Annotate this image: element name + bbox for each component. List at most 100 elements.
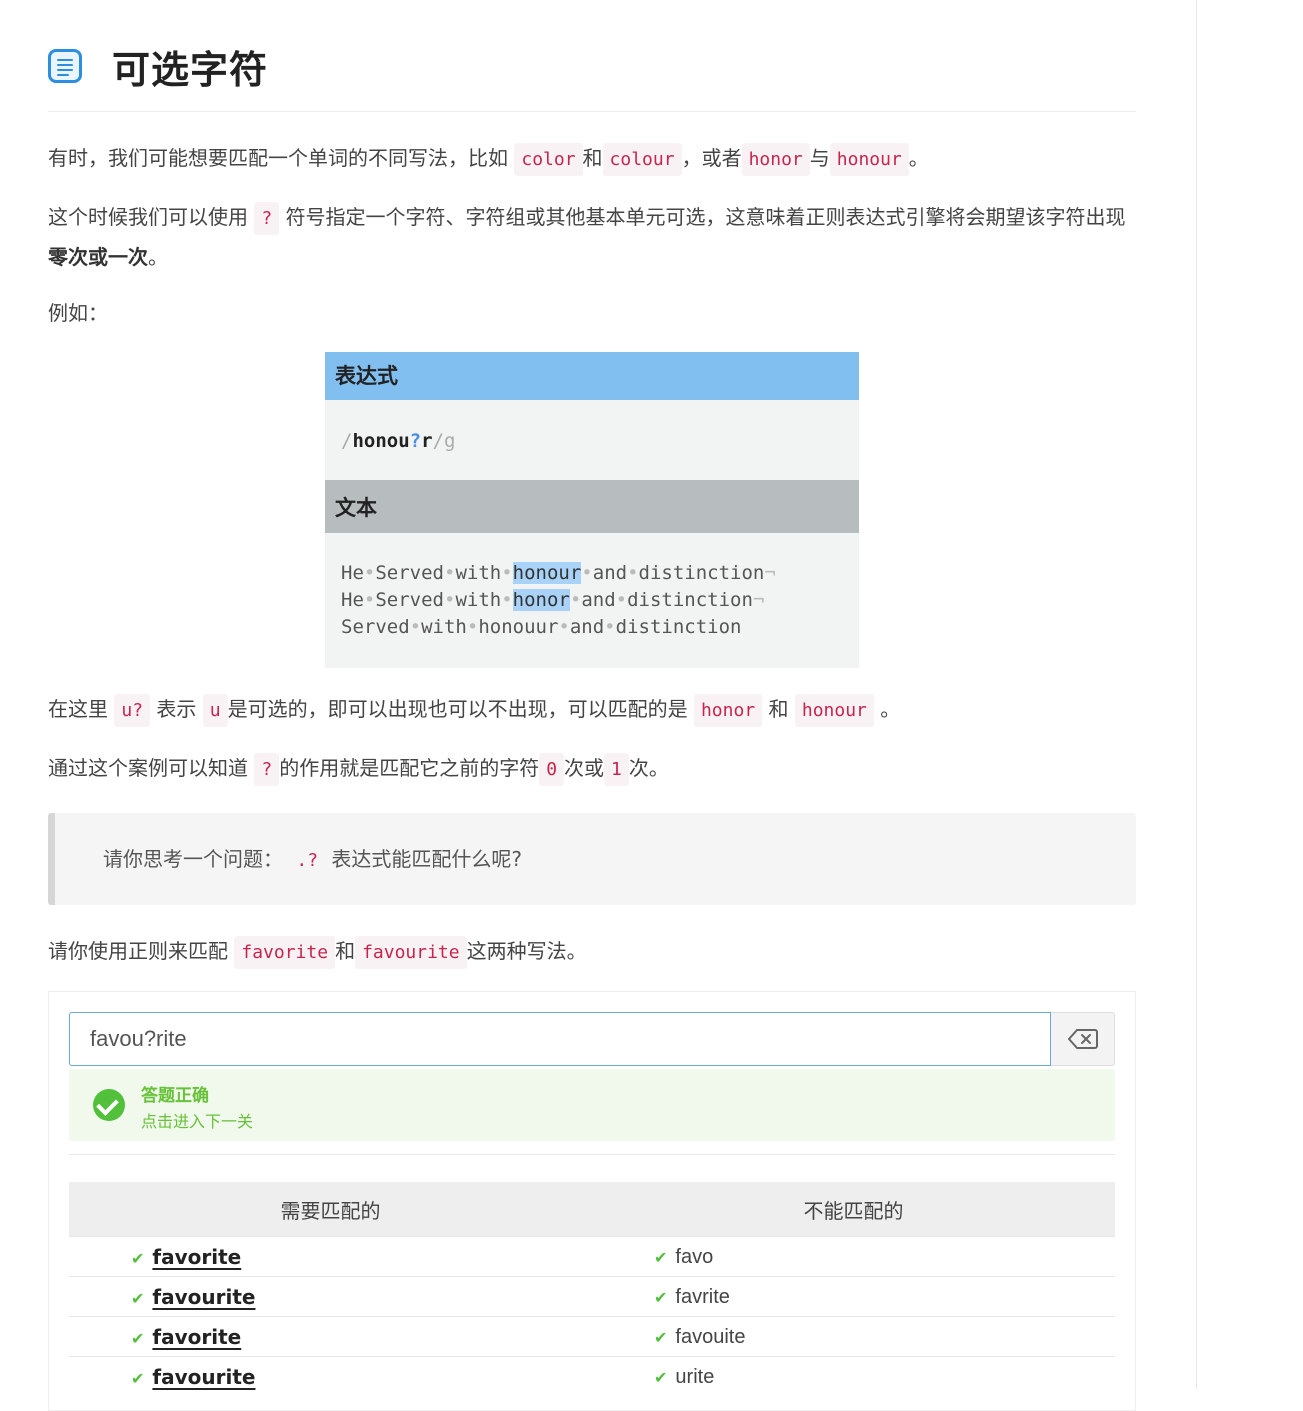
table-row: ✔ favorite ✔ favouite [69,1316,1115,1357]
nomatch-cell: ✔ favrite [592,1276,1115,1317]
intro-or: ，或者 [681,146,742,170]
text-header: 文本 [325,480,859,533]
expr-slash: / [341,430,353,452]
code-zero: 0 [539,753,565,786]
nomatch-case: favrite [675,1286,730,1308]
word: and [592,562,628,584]
intro-with: 与 [809,146,830,170]
para3-end: 。 [880,697,901,721]
check-icon: ✔ [654,1248,668,1267]
test-cases-table: 需要匹配的 不能匹配的 ✔ favorite ✔ favo ✔ favourite ✔… [69,1182,1115,1396]
nomatch-cell: ✔ urite [592,1356,1115,1396]
nomatch-case: urite [675,1366,715,1388]
word: Served [375,562,444,584]
nomatch-cell: ✔ favo [592,1236,1115,1277]
word: He [341,562,364,584]
check-icon: ✔ [131,1248,145,1268]
match-case: favourite [152,1284,256,1309]
word: distinction [638,562,765,584]
lesson-heading: 可选字符 [48,40,268,92]
match-highlight: honour [512,562,582,584]
task-before: 请你使用正则来匹配 [48,939,228,963]
quote-after: 表达式能匹配什么呢? [331,847,523,871]
code-question-mark: ? [254,202,280,235]
expr-flag: /g [432,430,456,452]
exercise-panel: 答题正确 点击进入下一关 需要匹配的 不能匹配的 ✔ favorite ✔ favo… [48,991,1136,1411]
para3-mid1: 表示 [156,697,197,721]
match-highlight: honor [512,589,570,611]
para3-mid2: 是可选的，即可以出现也可以不出现，可以匹配的是 [227,697,688,721]
para4-end: 次。 [628,756,669,780]
next-level-link[interactable]: 点击进入下一关 [141,1108,253,1132]
code-color: color [514,143,583,176]
code-honour: honour [794,694,874,727]
check-icon: ✔ [131,1328,145,1348]
page-divider [1196,0,1197,1389]
para3-before: 在这里 [48,697,108,721]
intro-and: 和 [582,146,603,170]
expr-quantifier: ? [409,430,422,452]
regex-answer-input[interactable] [69,1012,1051,1066]
code-one: 1 [604,753,629,786]
quote-before: 请你思考一个问题： [103,847,283,871]
regex-example-figure: 表达式 /honou?r/g 文本 He•Served•with•honour•… [325,352,859,668]
task-after: 这两种写法。 [466,939,587,963]
code-honour: honour [829,143,909,176]
backspace-icon [1067,1029,1098,1049]
panel-divider [69,1154,1115,1155]
check-icon: ✔ [131,1368,145,1388]
nomatch-cell: ✔ favouite [592,1316,1115,1357]
text-line: He•Served•with•honor•and•distinction¬ [341,589,765,611]
text-line: He•Served•with•honour•and•distinction¬ [341,562,776,584]
text-line: Served•with•honouur•and•distinction [341,616,742,638]
match-cell: ✔ favourite [69,1356,592,1396]
think-question-quote: 请你思考一个问题： .? 表达式能匹配什么呢? [48,813,1136,905]
match-cell: ✔ favorite [69,1316,592,1357]
table-row: ✔ favourite ✔ favrite [69,1276,1115,1317]
word: honouur [478,616,559,638]
result-title: 答题正确 [141,1086,209,1106]
clear-input-button[interactable] [1051,1012,1115,1066]
word: He [341,589,364,611]
check-icon: ✔ [654,1288,668,1307]
expr-post: r [421,430,433,452]
para4-mid: 的作用就是匹配它之前的字符 [279,756,540,780]
intro-paragraph: 有时，我们可能想要匹配一个单词的不同写法，比如 color 和 colour ，或者 h… [48,139,1136,179]
match-case: favorite [152,1244,242,1269]
sample-text: He•Served•with•honour•and•distinction¬ H… [325,533,859,668]
check-icon: ✔ [654,1368,668,1387]
answer-result-banner: 答题正确 点击进入下一关 [69,1069,1115,1141]
expression-header: 表达式 [325,352,859,400]
example-label: 例如： [48,301,108,325]
task-and: 和 [335,939,356,963]
word: with [455,589,502,611]
document-icon [48,49,82,83]
word: and [581,589,616,611]
match-case: favorite [152,1324,242,1349]
para2-end: 。 [148,245,168,269]
expression-display: /honou?r/g [325,400,859,480]
check-circle-icon [93,1089,125,1121]
nomatch-case: favouite [675,1326,746,1348]
word: with [455,562,502,584]
table-row: ✔ favourite ✔ urite [69,1356,1115,1396]
word: Served [375,589,444,611]
para3-and: 和 [768,697,789,721]
intro-end: 。 [908,146,929,170]
word: and [569,616,605,638]
para4-or: 次或 [564,756,605,780]
code-honor: honor [693,694,763,727]
code-u: u [202,694,228,727]
code-favorite: favorite [234,936,336,969]
code-u-optional: u? [114,694,151,727]
page-title: 可选字符 [112,47,269,92]
explanation-paragraph: 在这里 u? 表示 u 是可选的，即可以出现也可以不出现，可以匹配的是 honor… [48,690,1136,730]
match-cell: ✔ favourite [69,1276,592,1317]
code-colour: colour [602,143,682,176]
code-favourite: favourite [355,936,467,969]
summary-paragraph: 通过这个案例可以知道 ? 的作用就是匹配它之前的字符 0 次或 1 次。 [48,749,1136,789]
match-cell: ✔ favorite [69,1236,592,1277]
para4-before: 通过这个案例可以知道 [48,756,248,780]
column-header-nomatch: 不能匹配的 [592,1182,1115,1237]
quantifier-paragraph: 这个时候我们可以使用 ? 符号指定一个字符、字符组或其他基本单元可选，这意味着正… [48,198,1136,276]
